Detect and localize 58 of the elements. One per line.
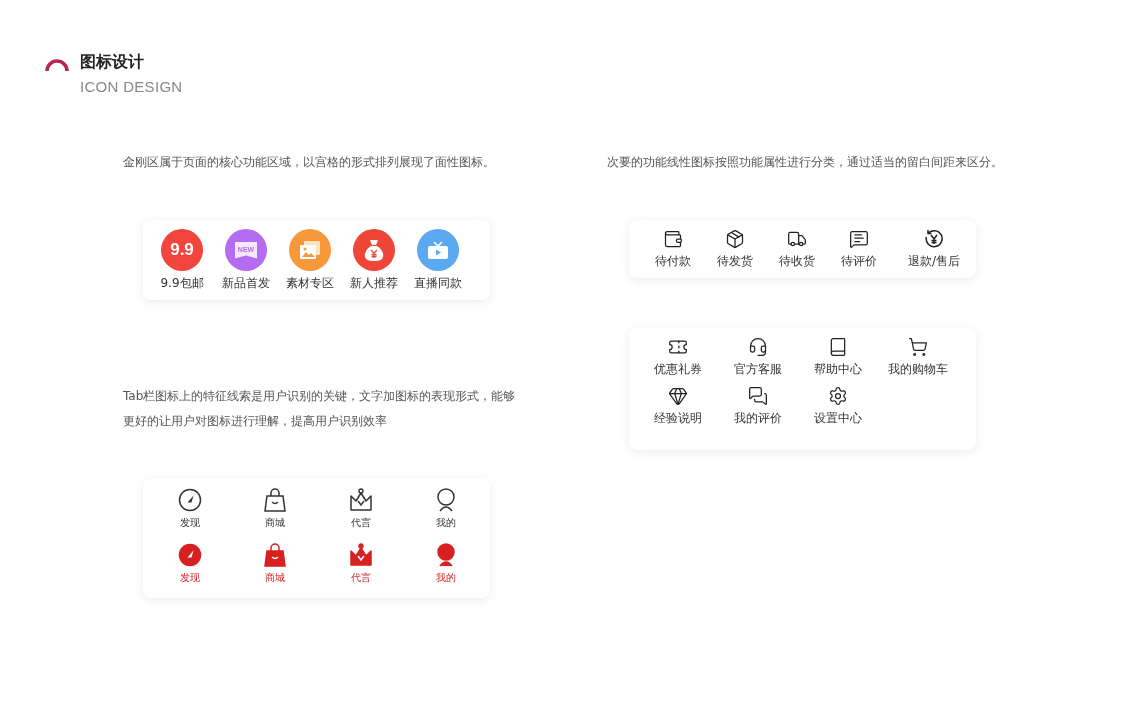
money-bag-icon (364, 239, 384, 261)
crown-icon (348, 543, 373, 567)
tv-icon (428, 241, 448, 259)
category-icon[interactable] (353, 229, 395, 271)
order-label: 待评价 (841, 254, 877, 268)
picture-icon (300, 241, 320, 259)
person-icon (435, 543, 458, 567)
service-label: 设置中心 (814, 411, 862, 425)
category-label: 9.9包邮 (160, 276, 204, 290)
price-text: 9.9 (170, 240, 194, 260)
service-label: 我的评价 (734, 411, 782, 425)
tab-item[interactable]: 代言 (318, 543, 404, 585)
order-label: 待收货 (779, 254, 815, 268)
bag-icon (264, 543, 287, 567)
page-title: 图标设计 (80, 52, 145, 72)
tab-item[interactable]: 商城 (232, 543, 318, 585)
yen-refund-icon (924, 229, 944, 249)
wallet-icon (663, 229, 683, 249)
page-subtitle: ICON DESIGN (80, 78, 183, 96)
category-icon[interactable] (289, 229, 331, 271)
service-label: 帮助中心 (814, 362, 862, 376)
tab-item[interactable]: 发现 (147, 543, 233, 585)
headset-icon (748, 337, 768, 357)
compass-icon (177, 488, 202, 512)
service-label: 优惠礼券 (654, 362, 702, 376)
settings-icon (828, 386, 848, 406)
service-label: 我的购物车 (888, 362, 948, 376)
crown-icon (348, 488, 373, 512)
section-description: Tab栏图标上的特征线索是用户识别的关键，文字加图标的表现形式，能够更好的让用户对图标进行理解，提高用户识别效率 (123, 388, 517, 430)
comments-icon (748, 386, 768, 406)
order-label: 待发货 (717, 254, 753, 268)
section-description: 次要的功能线性图标按照功能属性进行分类，通过适当的留白间距来区分。 (607, 154, 1004, 171)
tab-item[interactable]: 发现 (147, 488, 233, 530)
tab-item[interactable]: 代言 (318, 488, 404, 530)
comment-icon (849, 229, 869, 249)
person-icon (435, 488, 458, 512)
category-label: 直播同款 (414, 276, 462, 290)
category-label: 素材专区 (286, 276, 334, 290)
bag-icon (264, 488, 287, 512)
order-label: 退款/售后 (907, 254, 960, 268)
category-icon[interactable]: 9.9 (161, 229, 203, 271)
category-icon[interactable] (417, 229, 459, 271)
compass-icon (177, 543, 202, 567)
diamond-icon (668, 386, 688, 406)
arc-logo-icon (45, 58, 69, 71)
service-label: 官方客服 (734, 362, 782, 376)
category-label: 新品首发 (222, 276, 270, 290)
service-label: 经验说明 (654, 411, 702, 425)
truck-icon (787, 229, 807, 249)
package-icon (725, 229, 745, 249)
category-label: 新人推荐 (350, 276, 398, 290)
book-icon (828, 337, 848, 357)
tab-item[interactable]: 我的 (403, 488, 489, 530)
tab-item[interactable]: 商城 (232, 488, 318, 530)
order-label: 待付款 (655, 254, 691, 268)
tab-item[interactable]: 我的 (403, 543, 489, 585)
section-description: 金刚区属于页面的核心功能区域，以宫格的形式排列展现了面性图标。 (123, 154, 496, 171)
cart-icon (908, 337, 928, 357)
